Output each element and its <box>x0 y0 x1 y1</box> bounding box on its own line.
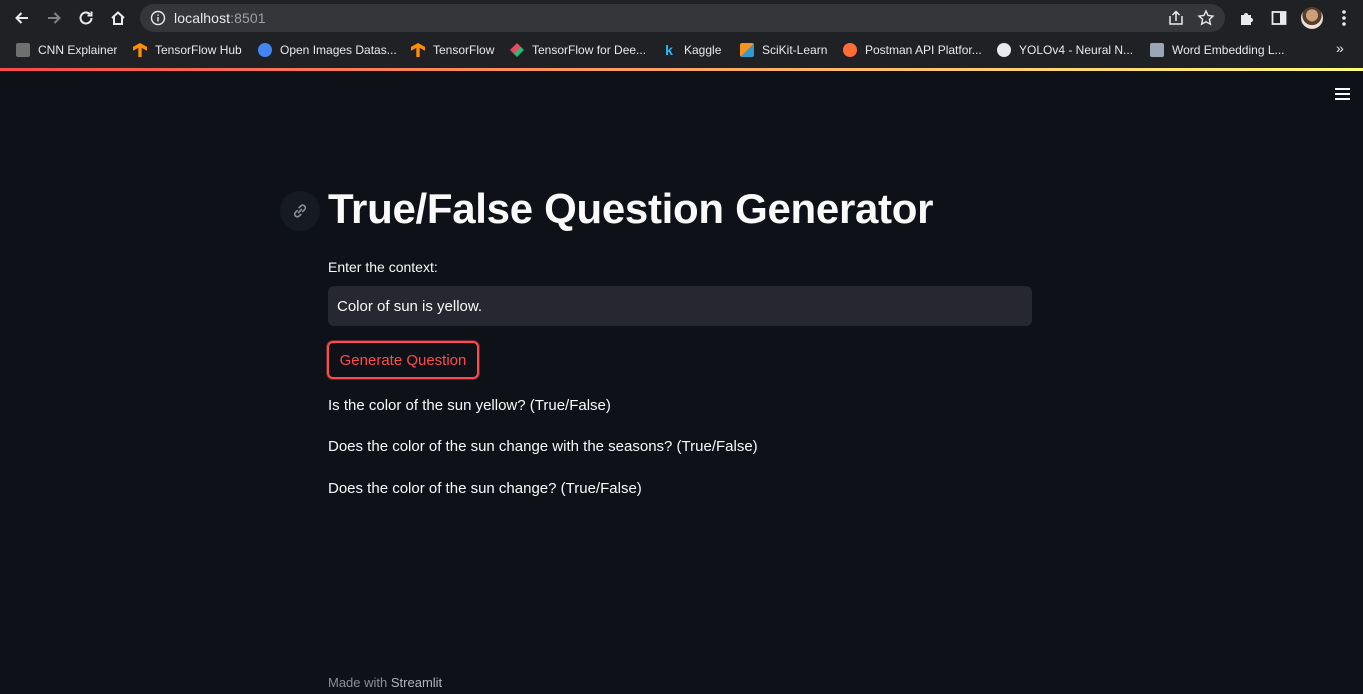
bookmark-label: CNN Explainer <box>38 43 118 57</box>
bookmark-label: SciKit-Learn <box>762 43 828 57</box>
url-host: localhost <box>174 10 231 26</box>
footer-text: Made with <box>328 675 388 690</box>
bookmarks-bar: CNN Explainer TensorFlow Hub Open Images… <box>0 36 1363 64</box>
home-button[interactable] <box>106 6 130 30</box>
bookmark-item[interactable]: Word Embedding L... <box>1150 42 1285 58</box>
layers-icon <box>510 43 524 57</box>
generated-question: Does the color of the sun change? (True/… <box>328 480 642 497</box>
side-panel-icon <box>1271 11 1287 25</box>
bookmark-item[interactable]: Open Images Datas... <box>258 42 397 58</box>
bookmark-item[interactable]: TensorFlow for Dee... <box>510 42 646 58</box>
bookmark-label: Word Embedding L... <box>1172 43 1285 57</box>
bookmark-item[interactable]: TensorFlow Hub <box>133 42 242 58</box>
kaggle-icon: k <box>665 42 673 58</box>
bookmark-label: TensorFlow <box>433 43 495 57</box>
puzzle-icon <box>1241 13 1253 25</box>
bookmark-label: Kaggle <box>684 43 722 57</box>
chevron-double-right-icon[interactable]: » <box>1336 40 1344 56</box>
kebab-menu-icon <box>1342 10 1346 26</box>
streamlit-link[interactable]: Streamlit <box>391 675 442 690</box>
bookmark-item[interactable]: Postman API Platfor... <box>843 42 982 58</box>
bookmark-item[interactable]: CNN Explainer <box>16 42 117 58</box>
scikit-learn-icon <box>740 43 754 57</box>
scrollbar[interactable] <box>1356 71 1363 694</box>
generated-question: Is the color of the sun yellow? (True/Fa… <box>328 397 611 414</box>
url-text[interactable]: localhost:8501 <box>174 10 266 26</box>
cnn-explainer-icon <box>16 43 30 57</box>
postman-icon <box>843 43 857 57</box>
arrow-left-icon <box>15 12 28 24</box>
bookmark-label: Open Images Datas... <box>280 43 397 57</box>
tensorflow-icon <box>133 43 147 57</box>
share-icon[interactable] <box>1167 10 1185 31</box>
bookmark-label: TensorFlow Hub <box>155 43 242 57</box>
reload-button[interactable] <box>74 6 98 30</box>
bookmark-item[interactable]: TensorFlow <box>411 42 494 58</box>
reload-icon <box>79 11 93 25</box>
link-icon <box>293 204 307 218</box>
profile-avatar[interactable] <box>1301 7 1323 29</box>
github-icon <box>997 43 1011 57</box>
home-icon <box>111 11 125 25</box>
bookmark-label: Postman API Platfor... <box>865 43 982 57</box>
bookmark-label: TensorFlow for Dee... <box>532 43 647 57</box>
footer: Made with Streamlit <box>328 675 442 690</box>
browser-chrome: localhost:8501 CNN Explainer TensorFlow … <box>0 0 1363 68</box>
generated-question: Does the color of the sun change with th… <box>328 438 758 455</box>
address-bar[interactable]: localhost:8501 <box>140 4 1225 32</box>
bookmark-label: YOLOv4 - Neural N... <box>1019 43 1134 57</box>
url-port: :8501 <box>230 10 266 26</box>
extensions-button[interactable] <box>1235 6 1259 30</box>
arrow-right-icon <box>48 12 61 24</box>
forward-button[interactable] <box>42 6 66 30</box>
tensorflow-icon <box>411 43 425 57</box>
info-icon[interactable] <box>150 10 166 31</box>
streamlit-app: True/False Question Generator Enter the … <box>0 71 1363 694</box>
context-input[interactable] <box>328 286 1032 326</box>
browser-toolbar: localhost:8501 <box>0 0 1363 36</box>
bookmark-star-icon[interactable] <box>1197 9 1215 32</box>
hamburger-menu-icon[interactable] <box>1335 88 1350 100</box>
generate-question-button[interactable]: Generate Question <box>327 341 479 379</box>
browser-menu-button[interactable] <box>1332 6 1356 30</box>
image-icon <box>1150 43 1164 57</box>
bookmark-item[interactable]: k Kaggle <box>662 42 721 58</box>
page-title: True/False Question Generator <box>328 185 934 232</box>
back-button[interactable] <box>10 6 34 30</box>
header-anchor-link[interactable] <box>280 191 320 231</box>
bookmark-item[interactable]: SciKit-Learn <box>740 42 827 58</box>
bookmark-item[interactable]: YOLOv4 - Neural N... <box>997 42 1133 58</box>
google-icon <box>258 43 272 57</box>
side-panel-button[interactable] <box>1267 6 1291 30</box>
context-input-label: Enter the context: <box>328 259 438 275</box>
